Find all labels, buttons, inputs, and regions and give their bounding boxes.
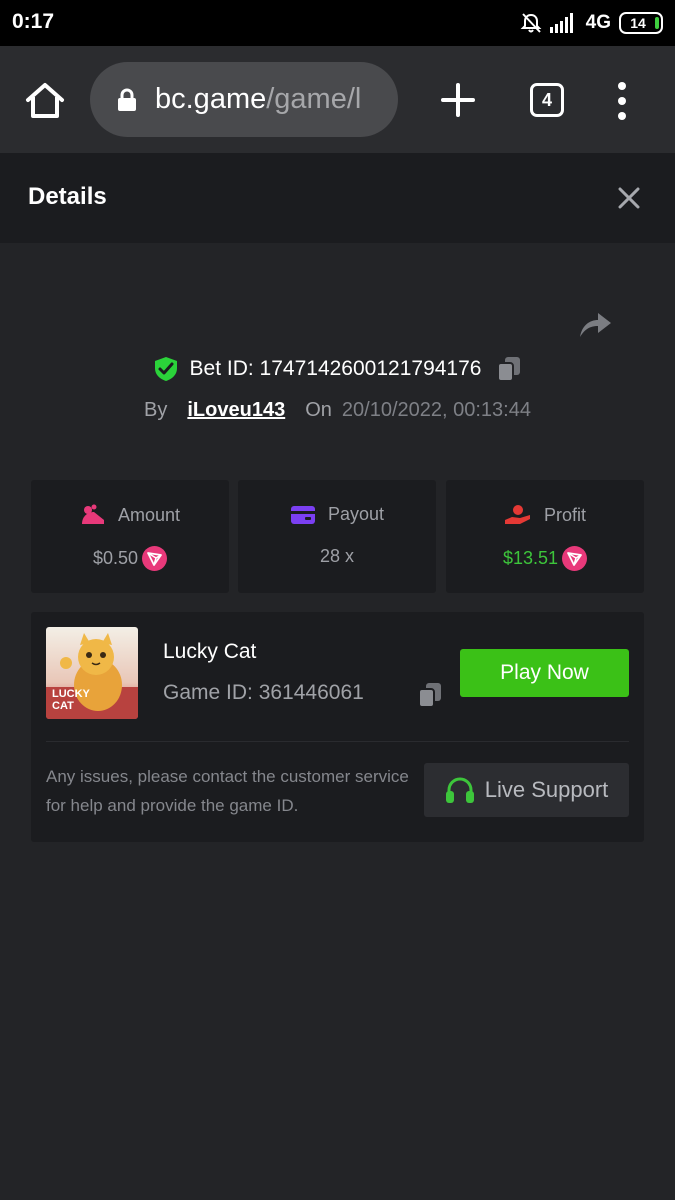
url-text: bc.game/game/l	[155, 83, 361, 116]
card-icon	[290, 505, 315, 524]
menu-dot	[618, 97, 626, 105]
copy-game-id-icon[interactable]	[418, 682, 442, 708]
live-support-label: Live Support	[484, 777, 609, 802]
headset-icon	[445, 777, 474, 803]
tab-switcher-button[interactable]: 4	[530, 83, 564, 117]
profit-value: $13.51	[502, 548, 559, 568]
tron-coin-icon	[142, 546, 168, 571]
profit-card: Profit $13.51	[446, 480, 644, 593]
home-icon[interactable]	[24, 81, 66, 119]
verified-shield-icon	[154, 357, 177, 381]
more-menu-icon[interactable]	[610, 82, 634, 120]
game-thumbnail[interactable]: LUCKY CAT	[46, 627, 138, 719]
game-name: Lucky Cat	[163, 640, 257, 663]
amount-label: Amount	[117, 504, 181, 525]
on-label: On	[305, 398, 332, 421]
bet-meta-row: By iLoveu143 On 20/10/2022, 00:13:44	[0, 395, 675, 425]
bet-id: Bet ID: 1747142600121794176	[189, 357, 482, 380]
network-type: 4G	[585, 12, 611, 33]
payout-label: Payout	[327, 504, 385, 524]
payout-header: Payout	[238, 504, 436, 525]
game-id: Game ID: 361446061	[163, 681, 364, 704]
game-thumb-title-line1: LUCKY	[52, 688, 91, 700]
payout-card: Payout 28 x	[238, 480, 436, 593]
page-title: Details	[28, 183, 107, 210]
close-icon[interactable]	[616, 185, 642, 211]
battery-level: 14	[630, 15, 646, 31]
muted-bell-icon	[520, 13, 542, 33]
profit-hand-icon	[504, 505, 530, 524]
by-label: By	[144, 398, 168, 421]
battery-indicator: 14	[619, 12, 663, 34]
copy-icon[interactable]	[497, 356, 521, 382]
bet-datetime: 20/10/2022, 00:13:44	[341, 398, 531, 421]
lock-icon	[118, 88, 136, 111]
bet-id-row: Bet ID: 1747142600121794176	[0, 352, 675, 386]
profit-value-row: $13.51	[446, 546, 644, 571]
browser-toolbar: bc.game/game/l 4	[0, 46, 675, 153]
share-icon[interactable]	[578, 309, 612, 339]
play-now-button[interactable]: Play Now	[460, 649, 629, 697]
game-thumb-title-line2: CAT	[52, 700, 74, 712]
profit-label: Profit	[543, 504, 586, 525]
status-time: 0:17	[12, 10, 55, 33]
payout-value-row: 28 x	[238, 546, 436, 567]
amount-header: Amount	[31, 504, 229, 526]
profit-header: Profit	[446, 504, 644, 526]
divider	[46, 741, 629, 742]
status-indicators: 4G 14	[520, 10, 663, 36]
amount-icon	[81, 504, 104, 524]
menu-dot	[618, 82, 626, 90]
url-domain: bc.game	[155, 83, 267, 115]
new-tab-plus-icon[interactable]	[440, 82, 476, 118]
address-bar[interactable]: bc.game/game/l	[90, 62, 398, 137]
url-path: /game/l	[266, 83, 362, 115]
payout-value: 28 x	[319, 546, 355, 566]
signal-icon	[549, 13, 573, 33]
battery-fill	[655, 17, 659, 29]
support-help-text: Any issues, please contact the customer …	[46, 767, 409, 815]
amount-card: Amount $0.50	[31, 480, 229, 593]
game-card: LUCKY CAT Lucky Cat Game ID: 361446061 P…	[31, 612, 644, 842]
tron-coin-icon	[562, 546, 588, 571]
status-bar: 0:17 4G 14	[0, 0, 675, 46]
amount-value: $0.50	[92, 548, 139, 568]
username-link[interactable]: iLoveu143	[187, 399, 285, 422]
live-support-button[interactable]: Live Support	[424, 763, 629, 817]
details-header: Details	[0, 153, 675, 243]
amount-value-row: $0.50	[31, 546, 229, 571]
menu-dot	[618, 112, 626, 120]
